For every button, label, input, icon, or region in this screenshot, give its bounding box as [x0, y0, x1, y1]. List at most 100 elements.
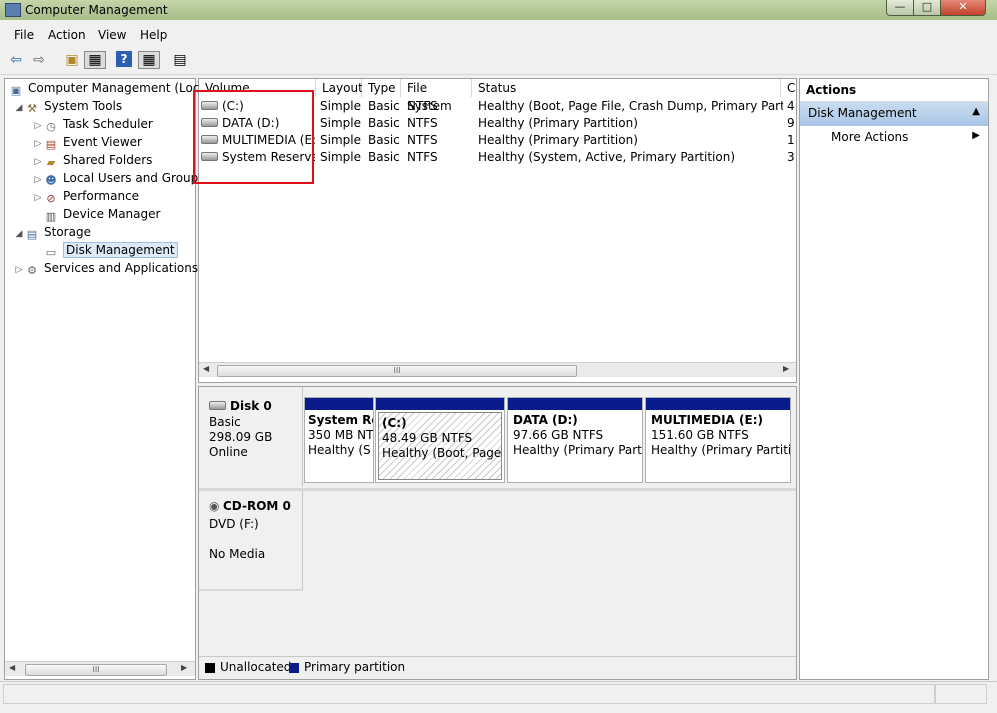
column-header-file-system[interactable]: File System [401, 79, 472, 113]
cell-status: Healthy (Primary Partition) [478, 115, 783, 132]
tree-item-local-users[interactable]: ▷ ☻ Local Users and Groups [32, 170, 205, 187]
tree-item-performance[interactable]: ▷ ⊘ Performance [32, 188, 140, 207]
tree-label-services: Services and Applications [44, 261, 199, 275]
partition-multimedia-e[interactable]: MULTIMEDIA (E:) 151.60 GB NTFS Healthy (Pr… [645, 397, 791, 483]
menu-help[interactable]: Help [140, 28, 167, 42]
column-header-layout[interactable]: Layout [316, 79, 363, 97]
legend-primary-label: Primary partition [304, 660, 406, 674]
maximize-button[interactable]: □ [913, 0, 941, 16]
tree-label-storage: Storage [44, 225, 91, 239]
cell-text: NTFS [407, 99, 438, 113]
scroll-thumb[interactable]: III [25, 664, 167, 676]
partition-data-d[interactable]: DATA (D:) 97.66 GB NTFS Healthy (Primary P… [507, 397, 643, 483]
tree-horizontal-scrollbar[interactable]: ◀ III ▶ [5, 661, 195, 676]
cell-type: Basic [368, 115, 406, 132]
disk-0-type: Basic [209, 415, 241, 429]
help-icon[interactable]: ? [116, 51, 132, 67]
cell-file-system: NTFS [407, 98, 477, 115]
partition-system-reserved[interactable]: System Re 350 MB NT Healthy (S [304, 397, 374, 483]
minimize-button[interactable]: — [886, 0, 914, 16]
toolbar: ⇦ ⇨ ▣ ▦ ? ▦ ▤ [0, 47, 997, 75]
partition-bar [508, 398, 642, 410]
cell-text: Healthy (Primary Partition) [478, 116, 638, 130]
column-header-type[interactable]: Type [362, 79, 401, 97]
tree-label-system-tools: System Tools [44, 99, 123, 113]
tree-label-device-manager: Device Manager [63, 207, 161, 221]
expand-arrow-icon[interactable]: ▷ [32, 154, 44, 171]
expand-arrow-icon[interactable]: ▷ [32, 118, 44, 135]
cell-file-system: NTFS [407, 149, 477, 166]
partition-status: Healthy (S [308, 443, 371, 457]
cell-text: Healthy (Primary Partition) [478, 133, 638, 147]
partition-size: 97.66 GB NTFS [513, 428, 604, 442]
volume-horizontal-scrollbar[interactable]: ◀ III ▶ [199, 362, 796, 377]
tree-item-device-manager[interactable]: ▥ Device Manager [44, 206, 161, 223]
partition-bar [646, 398, 790, 410]
cdrom-0-label[interactable]: ◉ CD-ROM 0 DVD (F:) No Media [199, 491, 303, 589]
actions-pane: Actions Disk Management ▲ More Actions ▶ [799, 78, 989, 680]
window-title: Computer Management [25, 3, 168, 17]
storage-icon: ▤ [26, 228, 38, 241]
tree-item-root[interactable]: ▣ Computer Management (Local [9, 80, 210, 97]
cell-text: Simple [320, 99, 361, 113]
menu-file[interactable]: File [14, 28, 34, 42]
tree-item-shared-folders[interactable]: ▷ ▰ Shared Folders [32, 152, 153, 171]
tree-item-event-viewer[interactable]: ▷ ▤ Event Viewer [32, 134, 142, 151]
cell-file-system: NTFS [407, 115, 477, 132]
cell-text: 1 [787, 133, 795, 147]
partition-c[interactable]: (C:) 48.49 GB NTFS Healthy (Boot, Page F [375, 397, 505, 483]
collapse-arrow-icon[interactable]: ◢ [13, 100, 25, 117]
tree-item-disk-management[interactable]: ▭ Disk Management [44, 242, 178, 259]
column-header-capacity[interactable]: C [781, 79, 796, 97]
tree-item-storage[interactable]: ◢ ▤ Storage [13, 224, 91, 241]
partition-bar [376, 398, 504, 410]
expand-arrow-icon[interactable]: ▷ [32, 190, 44, 207]
legend-unallocated-swatch [205, 663, 215, 673]
menu-action[interactable]: Action [48, 28, 86, 42]
close-button[interactable]: ✕ [940, 0, 986, 16]
collapse-arrow-icon[interactable]: ◢ [13, 226, 25, 243]
scroll-left-icon[interactable]: ◀ [9, 663, 15, 672]
cdrom-0-name: CD-ROM 0 [223, 499, 291, 513]
cell-text: Healthy (System, Active, Primary Partiti… [478, 150, 736, 164]
scroll-thumb[interactable]: III [217, 365, 577, 377]
up-folder-icon[interactable]: ▣ [62, 51, 82, 69]
partition-name: (C:) [382, 416, 407, 430]
tools-icon: ⚒ [27, 102, 37, 115]
tree-item-task-scheduler[interactable]: ▷ ◷ Task Scheduler [32, 116, 153, 133]
actions-header: Actions [800, 79, 988, 102]
actions-section-disk-management[interactable]: Disk Management ▲ [800, 102, 988, 126]
menu-view[interactable]: View [98, 28, 126, 42]
column-header-status[interactable]: Status [472, 79, 781, 97]
scroll-right-icon[interactable]: ▶ [783, 364, 789, 373]
expand-arrow-icon[interactable]: ▷ [13, 262, 25, 279]
more-actions-item[interactable]: More Actions ▶ [800, 129, 988, 147]
cell-status: Healthy (Boot, Page File, Crash Dump, Pr… [478, 98, 783, 115]
cell-layout: Simple [320, 115, 366, 132]
title-bar[interactable]: Computer Management — □ ✕ [0, 0, 997, 20]
partition-bar [305, 398, 373, 410]
tree-item-system-tools[interactable]: ◢ ⚒ System Tools [13, 98, 123, 117]
forward-arrow-icon[interactable]: ⇨ [29, 51, 49, 69]
services-icon: ⚙ [27, 264, 37, 277]
back-arrow-icon[interactable]: ⇦ [6, 51, 26, 69]
submenu-arrow-icon: ▶ [972, 130, 980, 141]
status-bar [0, 681, 997, 704]
cell-text: 4 [787, 99, 795, 113]
cdrom-drive: DVD (F:) [209, 517, 259, 531]
expand-arrow-icon[interactable]: ▷ [32, 172, 44, 189]
expand-arrow-icon[interactable]: ▷ [32, 136, 44, 153]
cell-text: 9 [787, 116, 795, 130]
properties-icon[interactable]: ▤ [170, 51, 190, 69]
scroll-right-icon[interactable]: ▶ [181, 663, 187, 672]
show-console-tree-icon[interactable]: ▦ [84, 51, 106, 69]
cdrom-media: No Media [209, 547, 266, 561]
show-action-pane-icon[interactable]: ▦ [138, 51, 160, 69]
cdrom-separator [199, 589, 303, 591]
scroll-left-icon[interactable]: ◀ [203, 364, 209, 373]
collapse-triangle-icon[interactable]: ▲ [972, 106, 980, 117]
partition-status: Healthy (Primary Partiti [513, 443, 642, 457]
performance-icon: ⊘ [46, 192, 56, 205]
disk-0-label[interactable]: Disk 0 Basic 298.09 GB Online [199, 387, 303, 487]
tree-item-services[interactable]: ▷ ⚙ Services and Applications [13, 260, 199, 279]
